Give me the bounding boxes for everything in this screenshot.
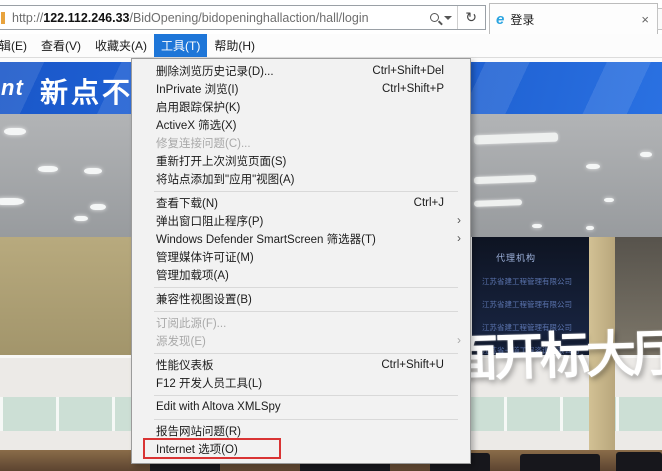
refresh-icon[interactable]: ↻ <box>458 9 485 26</box>
menu-item-label: 删除浏览历史记录(D)... <box>156 63 274 79</box>
menu-item-shortcut: Ctrl+Shift+U <box>367 359 444 371</box>
menu-item-shortcut: Ctrl+Shift+Del <box>358 65 444 77</box>
menu-item-4: 修复连接问题(C)... <box>132 134 470 152</box>
menu-item-label: 弹出窗口阻止程序(P) <box>156 213 263 229</box>
menubar-item-1[interactable]: 查看(V) <box>34 34 88 57</box>
hall-calligraphy-title: 面开标大厅 <box>447 313 662 391</box>
menu-item-label: Edit with Altova XMLSpy <box>156 401 281 413</box>
menu-item-shortcut: Ctrl+J <box>400 197 444 209</box>
menu-item-1[interactable]: InPrivate 浏览(I) Ctrl+Shift+P <box>132 80 470 98</box>
menu-item-label: 将站点添加到"应用"视图(A) <box>156 171 295 187</box>
submenu-arrow-icon: › <box>457 213 461 227</box>
menu-item-22[interactable]: Edit with Altova XMLSpy <box>132 398 470 416</box>
menu-item-20[interactable]: F12 开发人员工具(L) <box>132 374 470 392</box>
menu-item-label: 修复连接问题(C)... <box>156 135 251 151</box>
menu-item-2[interactable]: 启用跟踪保护(K) <box>132 98 470 116</box>
menu-item-14[interactable]: 兼容性视图设置(B) <box>132 290 470 308</box>
hall-wall-left <box>0 237 131 355</box>
browser-window: http://122.112.246.33/BidOpening/bidopen… <box>0 0 662 471</box>
menu-item-label: 兼容性视图设置(B) <box>156 291 252 307</box>
submenu-arrow-icon: › <box>457 231 461 245</box>
new-tab-button[interactable] <box>657 8 662 30</box>
url-host: 122.112.246.33 <box>43 11 129 25</box>
menu-item-8[interactable]: 查看下载(N) Ctrl+J <box>132 194 470 212</box>
url-text[interactable]: http://122.112.246.33/BidOpening/bidopen… <box>12 11 369 25</box>
menu-item-label: Windows Defender SmartScreen 筛选器(T) <box>156 231 376 247</box>
url-path: /BidOpening/bidopeninghallaction/hall/lo… <box>129 11 368 25</box>
menu-item-17: 源发现(E) › <box>132 332 470 350</box>
menu-separator <box>154 419 458 420</box>
chevron-down-icon[interactable] <box>444 16 452 20</box>
menu-separator <box>154 311 458 312</box>
tab-login[interactable]: e 登录 × <box>489 3 658 34</box>
agency-screen-heading: 代理机构 <box>496 251 589 264</box>
menu-item-24[interactable]: 报告网站问题(R) <box>132 422 470 440</box>
menu-item-shortcut: Ctrl+Shift+P <box>368 83 444 95</box>
url-scheme: http:// <box>12 11 43 25</box>
menu-item-label: Internet 选项(O) <box>156 441 238 457</box>
menu-item-10[interactable]: Windows Defender SmartScreen 筛选器(T) › <box>132 230 470 248</box>
menu-item-label: F12 开发人员工具(L) <box>156 375 262 391</box>
menu-item-label: 订阅此源(F)... <box>156 315 226 331</box>
agency-screen-row: 江苏省建工程管理有限公司 <box>482 276 587 287</box>
epoint-logo: nt <box>1 75 24 101</box>
search-icon[interactable] <box>430 13 439 22</box>
menu-bar: 编辑(E)查看(V)收藏夹(A)工具(T)帮助(H) <box>0 34 662 58</box>
menu-item-0[interactable]: 删除浏览历史记录(D)... Ctrl+Shift+Del <box>132 62 470 80</box>
menubar-item-3[interactable]: 工具(T) <box>154 34 207 57</box>
menu-item-9[interactable]: 弹出窗口阻止程序(P) › <box>132 212 470 230</box>
menu-item-label: ActiveX 筛选(X) <box>156 117 237 133</box>
menu-item-label: 报告网站问题(R) <box>156 423 241 439</box>
page-favicon <box>1 12 5 24</box>
menu-item-25[interactable]: Internet 选项(O) <box>132 440 470 458</box>
menubar-item-0[interactable]: 编辑(E) <box>0 34 34 57</box>
menu-item-5[interactable]: 重新打开上次浏览页面(S) <box>132 152 470 170</box>
menu-item-12[interactable]: 管理加载项(A) <box>132 266 470 284</box>
menu-item-16: 订阅此源(F)... <box>132 314 470 332</box>
menu-item-19[interactable]: 性能仪表板 Ctrl+Shift+U <box>132 356 470 374</box>
menu-item-label: 启用跟踪保护(K) <box>156 99 240 115</box>
tab-title: 登录 <box>510 11 534 28</box>
agency-screen-row: 江苏省建工程管理有限公司 <box>482 299 587 310</box>
menu-item-label: 重新打开上次浏览页面(S) <box>156 153 286 169</box>
menu-item-label: 管理媒体许可证(M) <box>156 249 254 265</box>
address-input[interactable]: http://122.112.246.33/BidOpening/bidopen… <box>0 5 486 30</box>
submenu-arrow-icon: › <box>457 333 461 347</box>
tab-close-icon[interactable]: × <box>639 12 651 27</box>
menu-item-11[interactable]: 管理媒体许可证(M) <box>132 248 470 266</box>
address-bar-row: http://122.112.246.33/BidOpening/bidopen… <box>0 0 662 34</box>
menu-item-label: InPrivate 浏览(I) <box>156 81 238 97</box>
menu-item-label: 查看下载(N) <box>156 195 218 211</box>
menu-item-label: 性能仪表板 <box>156 357 214 373</box>
tools-dropdown-menu: 删除浏览历史记录(D)... Ctrl+Shift+Del InPrivate 浏览… <box>131 58 471 464</box>
menu-item-label: 管理加载项(A) <box>156 267 229 283</box>
menubar-item-4[interactable]: 帮助(H) <box>207 34 262 57</box>
menu-item-3[interactable]: ActiveX 筛选(X) <box>132 116 470 134</box>
menu-separator <box>154 395 458 396</box>
ie-favicon-icon: e <box>496 11 504 28</box>
menubar-item-2[interactable]: 收藏夹(A) <box>88 34 154 57</box>
menu-item-6[interactable]: 将站点添加到"应用"视图(A) <box>132 170 470 188</box>
menu-item-label: 源发现(E) <box>156 333 206 349</box>
menu-separator <box>154 191 458 192</box>
menu-separator <box>154 287 458 288</box>
menu-separator <box>154 353 458 354</box>
